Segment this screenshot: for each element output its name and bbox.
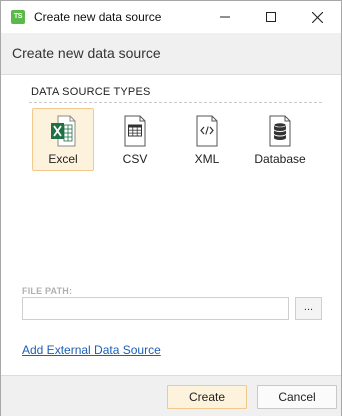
type-excel[interactable]: Excel [32, 108, 94, 171]
type-label: XML [194, 152, 220, 166]
browse-button[interactable]: ... [295, 297, 322, 320]
type-database[interactable]: Database [249, 108, 311, 171]
create-button[interactable]: Create [167, 385, 247, 409]
excel-file-icon [51, 115, 76, 147]
type-xml[interactable]: XML [176, 108, 238, 171]
window-title: Create new data source [34, 10, 162, 24]
close-button[interactable] [294, 1, 340, 33]
minimize-button[interactable] [202, 1, 248, 33]
xml-file-icon [196, 115, 218, 147]
database-file-icon [269, 115, 291, 147]
file-path-input[interactable] [22, 297, 289, 320]
cancel-button[interactable]: Cancel [257, 385, 337, 409]
dialog-window: TS Create new data source Create new dat… [0, 0, 342, 416]
app-icon: TS [11, 10, 25, 24]
maximize-icon [266, 12, 276, 22]
type-label: CSV [122, 152, 148, 166]
type-label: Excel [48, 152, 78, 166]
close-icon [311, 11, 323, 23]
file-path-label: FILE PATH: [22, 286, 73, 296]
add-external-data-source-link[interactable]: Add External Data Source [22, 343, 161, 357]
section-title: DATA SOURCE TYPES [31, 86, 151, 98]
dialog-header: Create new data source [1, 33, 341, 75]
csv-file-icon [124, 115, 146, 147]
section-divider [29, 102, 322, 103]
type-csv[interactable]: CSV [104, 108, 166, 171]
minimize-icon [220, 16, 230, 18]
header-title: Create new data source [12, 45, 161, 61]
dialog-footer: Create Cancel [1, 375, 341, 416]
type-label: Database [254, 152, 306, 166]
maximize-button[interactable] [248, 1, 294, 33]
title-bar[interactable]: TS Create new data source [1, 1, 341, 33]
